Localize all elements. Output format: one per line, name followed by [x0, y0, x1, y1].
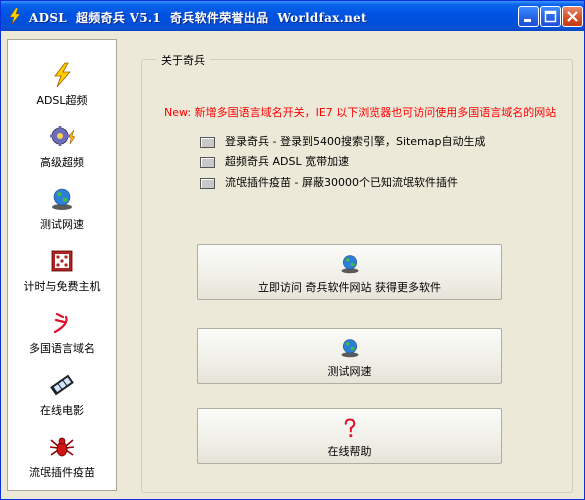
main-window: ADSL 超频奇兵 V5.1 奇兵软件荣誉出品 Worldfax.net ADS…: [0, 0, 585, 500]
button-label: 在线帮助: [327, 445, 372, 458]
option-row-plugin-vaccine[interactable]: 流氓插件疫苗 - 屏蔽30000个已知流氓软件插件: [200, 174, 458, 190]
online-help-button[interactable]: 在线帮助: [197, 408, 502, 464]
option-label: 流氓插件疫苗 - 屏蔽30000个已知流氓软件插件: [225, 176, 458, 189]
minimize-icon: [524, 19, 531, 22]
option-row-login[interactable]: 登录奇兵 - 登录到5400搜索引擎，Sitemap自动生成: [200, 133, 486, 149]
sidebar-item-label: 高级超频: [40, 156, 84, 169]
sidebar-item-plugin-vaccine[interactable]: 流氓插件疫苗: [8, 434, 116, 490]
gear-icon: [50, 126, 75, 146]
sidebar-item-advanced-overclock[interactable]: 高级超频: [8, 124, 116, 180]
sidebar-item-label: 测试网速: [40, 218, 84, 231]
close-icon: [567, 11, 578, 22]
sidebar-item-speed-test[interactable]: 测试网速: [8, 186, 116, 242]
option-checkbox[interactable]: [200, 156, 215, 168]
multilang-icon: [53, 312, 68, 334]
new-feature-notice: New: 新增多国语言域名开关，IE7 以下浏览器也可访问使用多国语言域名的网站: [164, 106, 557, 119]
maximize-button[interactable]: [540, 6, 561, 27]
globe-icon: [341, 339, 358, 358]
dice-icon: [51, 250, 73, 272]
sidebar-item-timer-free-host[interactable]: 计时与免费主机: [8, 248, 116, 304]
option-checkbox[interactable]: [200, 136, 215, 148]
option-checkbox[interactable]: [200, 177, 215, 189]
maximize-icon: [544, 10, 557, 23]
option-label: 超频奇兵 ADSL 宽带加速: [225, 155, 350, 168]
question-icon: [344, 418, 355, 438]
button-label: 测试网速: [327, 365, 372, 378]
sidebar-item-online-movie[interactable]: 在线电影: [8, 372, 116, 428]
sidebar-item-label: ADSL超频: [36, 94, 88, 107]
groupbox-legend: 关于奇兵: [156, 52, 210, 68]
title-bar[interactable]: ADSL 超频奇兵 V5.1 奇兵软件荣誉出品 Worldfax.net: [1, 1, 584, 31]
window-title: ADSL 超频奇兵 V5.1 奇兵软件荣誉出品 Worldfax.net: [29, 11, 367, 25]
globe-icon: [341, 255, 358, 274]
sidebar-item-label: 在线电影: [40, 404, 84, 417]
option-label: 登录奇兵 - 登录到5400搜索引擎，Sitemap自动生成: [225, 135, 486, 148]
film-icon: [50, 374, 74, 396]
lightning-icon: [54, 62, 71, 88]
close-button[interactable]: [562, 6, 583, 27]
sidebar-item-label: 计时与免费主机: [23, 280, 101, 293]
option-row-adsl-speedup[interactable]: 超频奇兵 ADSL 宽带加速: [200, 153, 349, 169]
sidebar-item-label: 流氓插件疫苗: [29, 466, 95, 479]
app-icon: [9, 8, 21, 24]
button-label: 立即访问 奇兵软件网站 获得更多软件: [258, 281, 441, 294]
spider-icon: [49, 437, 75, 457]
globe-icon: [52, 188, 72, 210]
sidebar: ADSL超频 高级超频 测试网速 计时与免费主机 多国语言域名 在线电影 流氓插…: [7, 39, 117, 491]
sidebar-item-adsl-overclock[interactable]: ADSL超频: [8, 62, 116, 118]
visit-website-button[interactable]: 立即访问 奇兵软件网站 获得更多软件: [197, 244, 502, 300]
sidebar-item-label: 多国语言域名: [29, 342, 95, 355]
minimize-button[interactable]: [518, 6, 539, 27]
sidebar-item-multilang-domain[interactable]: 多国语言域名: [8, 310, 116, 366]
speed-test-button[interactable]: 测试网速: [197, 328, 502, 384]
